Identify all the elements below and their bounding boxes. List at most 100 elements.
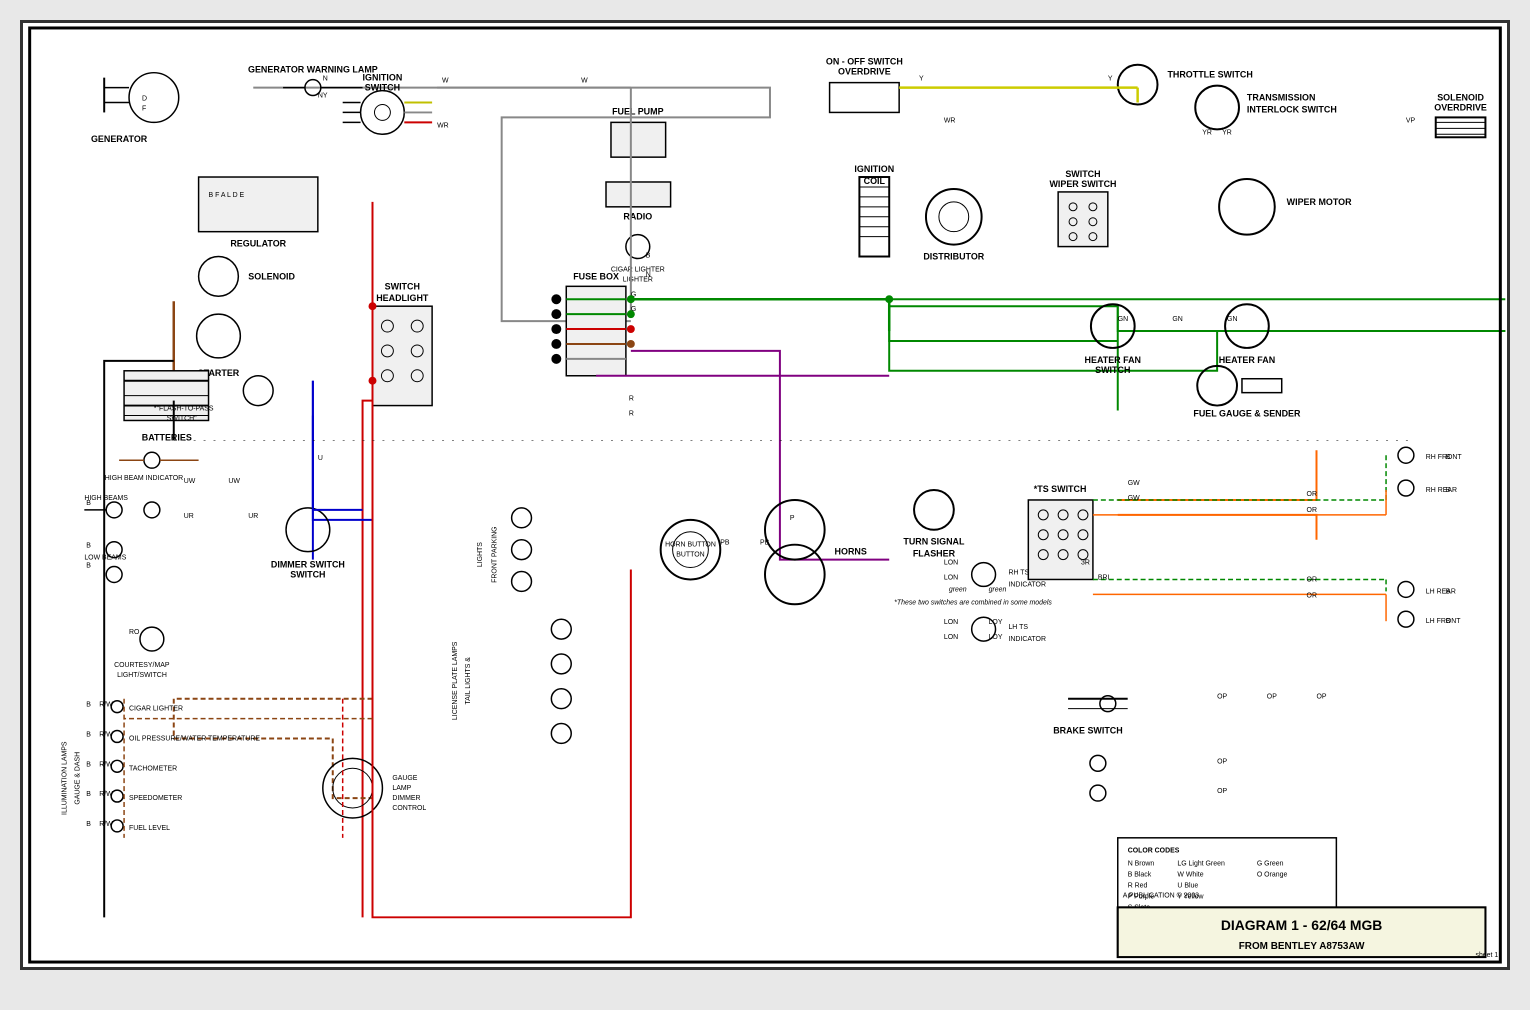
svg-text:TACHOMETER: TACHOMETER (129, 765, 177, 772)
svg-text:PB: PB (760, 540, 770, 547)
svg-text:SWITCH: SWITCH (1065, 169, 1100, 179)
svg-text:OIL PRESSURE/WATER TEMPERATURE: OIL PRESSURE/WATER TEMPERATURE (129, 735, 260, 742)
svg-text:N: N (646, 271, 651, 278)
lh-rear-label: LH REAR (1426, 588, 1456, 595)
svg-text:LIGHTS: LIGHTS (477, 542, 484, 567)
wiring-diagram: D F GENERATOR GENERATOR WARNING LAMP IGN… (20, 20, 1510, 970)
wiper-motor-label: WIPER MOTOR (1287, 197, 1352, 207)
svg-text:OR: OR (1307, 576, 1317, 583)
svg-text:BRI: BRI (1098, 574, 1110, 581)
svg-text:OP: OP (1217, 788, 1227, 795)
svg-text:N Brown: N Brown (1128, 861, 1155, 868)
overdrive-switch-label: OVERDRIVE (838, 67, 891, 77)
horn-button-label: HORN BUTTON (665, 542, 716, 549)
svg-text:B: B (86, 500, 91, 507)
svg-text:LG Light Green: LG Light Green (1177, 861, 1225, 868)
ts-note: *These two switches are combined in some… (894, 599, 1052, 606)
svg-text:B: B (1446, 454, 1451, 461)
dimmer-switch-label: DIMMER SWITCH (271, 560, 345, 570)
svg-text:RO: RO (129, 629, 140, 636)
svg-text:3R: 3R (1081, 560, 1090, 567)
gauge-dimmer-label: GAUGE (392, 775, 417, 782)
headlight-switch: HEADLIGHT SWITCH (372, 281, 432, 405)
svg-text:B: B (1446, 618, 1451, 625)
svg-text:LON: LON (944, 560, 958, 567)
ignition-coil-label: IGNITION (854, 164, 894, 174)
high-beam-ind-label: HIGH BEAM INDICATOR (105, 475, 183, 482)
svg-text:SWITCH: SWITCH (385, 281, 420, 291)
throttle-switch-label: THROTTLE SWITCH (1167, 70, 1252, 80)
svg-text:OP: OP (1267, 694, 1277, 701)
svg-text:WR: WR (437, 122, 449, 129)
svg-text:F: F (142, 105, 146, 112)
wiper-switch-label: WIPER SWITCH (1049, 179, 1116, 189)
heater-fan-switch-label: HEATER FAN (1085, 355, 1141, 365)
svg-text:NY: NY (318, 93, 328, 100)
svg-text:B: B (86, 563, 91, 570)
brake-switch-label: BRAKE SWITCH (1053, 725, 1123, 735)
svg-text:VP: VP (1406, 117, 1416, 124)
svg-text:LON: LON (944, 619, 958, 626)
svg-text:OR: OR (1307, 507, 1317, 514)
svg-text:INDICATOR: INDICATOR (1008, 581, 1046, 588)
svg-text:Y: Y (1108, 76, 1113, 83)
svg-text:B: B (86, 702, 91, 709)
publisher-info: A PUBLICATION © 2003 (1123, 891, 1199, 899)
svg-text:G Green: G Green (1257, 861, 1284, 868)
gen-warning-label: GENERATOR WARNING LAMP (248, 65, 378, 75)
title-box: DIAGRAM 1 - 62/64 MGB FROM BENTLEY A8753… (1118, 907, 1486, 957)
distributor-label: DISTRIBUTOR (923, 251, 984, 261)
svg-text:SOLENOID: SOLENOID (1437, 93, 1484, 103)
turn-signal-label: TURN SIGNAL (903, 537, 965, 547)
svg-text:LON: LON (944, 574, 958, 581)
svg-text:COLOR CODES: COLOR CODES (1128, 848, 1180, 855)
svg-text:B: B (646, 253, 651, 260)
svg-text:LICENSE PLATE LAMPS: LICENSE PLATE LAMPS (452, 641, 459, 720)
fuel-pump-label: FUEL PUMP (612, 106, 664, 116)
svg-text:green: green (989, 586, 1007, 593)
regulator-label: REGULATOR (230, 239, 286, 249)
tail-lights-label: TAIL LIGHTS & (465, 657, 472, 705)
svg-text:W: W (581, 78, 588, 85)
svg-text:ILLUMINATION LAMPS: ILLUMINATION LAMPS (61, 741, 68, 815)
svg-text:W White: W White (1177, 872, 1203, 879)
svg-text:YR: YR (1202, 129, 1212, 136)
svg-text:DIMMER: DIMMER (392, 795, 420, 802)
svg-text:YR: YR (1222, 129, 1232, 136)
svg-text:INDICATOR: INDICATOR (1008, 636, 1046, 643)
svg-text:UR: UR (184, 513, 194, 520)
svg-text:R/W: R/W (99, 731, 113, 738)
svg-text:GAUGE & DASH: GAUGE & DASH (74, 752, 81, 805)
lh-front-label: LH FRONT (1426, 618, 1461, 625)
svg-text:B: B (86, 543, 91, 550)
svg-text:SWITCH: SWITCH (365, 83, 400, 93)
svg-text:B: B (86, 791, 91, 798)
lh-ts-label: LH TS (1008, 624, 1028, 631)
sheet-number: sheet 1 (1475, 952, 1498, 959)
svg-text:N: N (323, 76, 328, 83)
svg-text:OP: OP (1316, 694, 1326, 701)
solenoid-label: SOLENOID (248, 271, 295, 281)
svg-text:PB: PB (720, 540, 730, 547)
headlight-switch-label: HEADLIGHT (376, 293, 429, 303)
svg-text:OP: OP (1217, 694, 1227, 701)
ts-switch-label: *TS SWITCH (1034, 484, 1087, 494)
svg-text:B: B (1446, 487, 1451, 494)
svg-text:GN: GN (1227, 316, 1237, 323)
fuel-pump: FUEL PUMP (611, 106, 666, 157)
svg-text:FUEL LEVEL: FUEL LEVEL (129, 825, 170, 832)
svg-text:OP: OP (1217, 758, 1227, 765)
svg-text:B: B (86, 761, 91, 768)
svg-text:UW: UW (184, 478, 196, 485)
svg-text:Y: Y (919, 76, 924, 83)
svg-text:LOY: LOY (989, 634, 1003, 641)
svg-text:green: green (949, 586, 967, 593)
svg-text:R/W: R/W (99, 821, 113, 828)
svg-text:GW: GW (1128, 495, 1140, 502)
courtesy-map-label: COURTESY/MAP (114, 662, 170, 669)
svg-text:B F A L D E: B F A L D E (209, 192, 245, 199)
rh-ts-label: RH TS (1008, 569, 1029, 576)
svg-text:U: U (318, 455, 323, 462)
svg-text:P: P (790, 515, 795, 522)
svg-text:SWITCH": SWITCH" (167, 415, 197, 422)
